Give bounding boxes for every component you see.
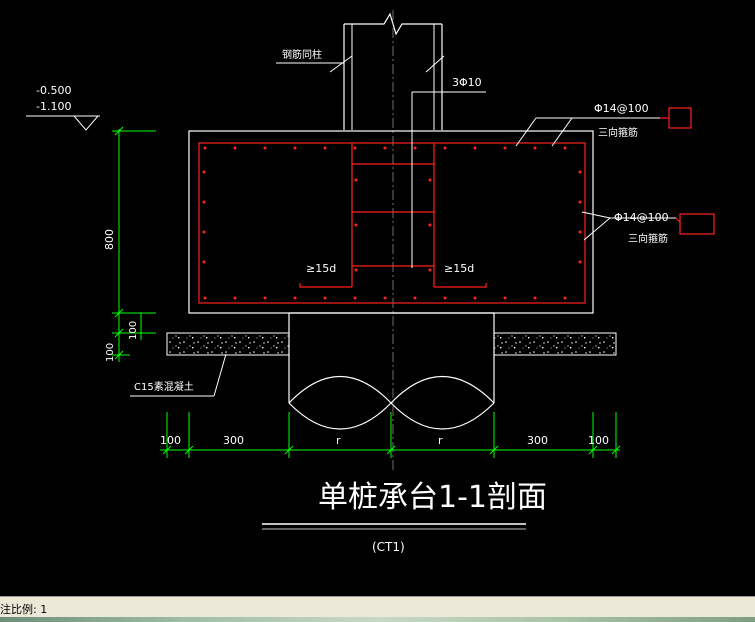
label-concrete: C15素混凝土	[134, 380, 194, 393]
rebar-dot	[563, 146, 567, 150]
rebar-dot	[354, 268, 358, 272]
label-anchor-left: ≥15d	[306, 262, 336, 275]
dim-100-cap: 100	[128, 321, 139, 340]
rebar-dot	[563, 296, 567, 300]
hdim-r-right: r	[438, 434, 443, 447]
rebar-dot	[383, 146, 387, 150]
rebar-dot	[443, 296, 447, 300]
rebar-dot	[473, 296, 477, 300]
blinding-right	[493, 332, 617, 356]
blinding-left	[166, 332, 290, 356]
drawing-title: 单桩承台1-1剖面	[318, 480, 547, 515]
rebar-cage	[198, 142, 586, 304]
rebar-dot	[354, 223, 358, 227]
label-rebar-top: Φ14@100	[594, 102, 649, 115]
rebar-dot	[503, 146, 507, 150]
rebar-dot	[353, 296, 357, 300]
label-column-rebar: 钢筋同柱	[282, 48, 322, 61]
rebar-dot	[202, 260, 206, 264]
rebar-dot	[443, 146, 447, 150]
cad-window: -0.500 -1.100 800 100 100 100 300 r r 30…	[0, 0, 755, 622]
elevation-marker: -0.500 -1.100	[26, 84, 100, 131]
rebar-dot	[473, 146, 477, 150]
rebar-dot	[428, 178, 432, 182]
rebar-dot	[354, 178, 358, 182]
label-anchor-right: ≥15d	[444, 262, 474, 275]
rebar-dot	[503, 296, 507, 300]
rebar-dot	[323, 146, 327, 150]
hdim-300-left: 300	[223, 434, 244, 447]
elevation-bottom: -1.100	[36, 100, 71, 113]
rebar-dot	[263, 296, 267, 300]
rebar-dots	[202, 146, 582, 300]
rebar-dot	[203, 296, 207, 300]
label-rebar-side-note: 三向箍筋	[628, 232, 668, 245]
rebar-dot	[233, 296, 237, 300]
drawing-subtitle: (CT1)	[372, 540, 405, 554]
rebar-dot	[203, 146, 207, 150]
dim-100-blinding: 100	[105, 343, 116, 362]
rebar-dot	[202, 170, 206, 174]
rebar-dot	[533, 296, 537, 300]
rebar-dot	[578, 170, 582, 174]
section-drawing[interactable]: -0.500 -1.100 800 100 100 100 300 r r 30…	[0, 0, 755, 596]
rebar-dot	[353, 146, 357, 150]
status-bar: 注比例: 1	[0, 596, 755, 622]
rebar-dot	[428, 223, 432, 227]
rebar-dot	[533, 146, 537, 150]
label-rebar-side: Φ14@100	[614, 211, 669, 224]
hdim-100-right: 100	[588, 434, 609, 447]
taskbar-strip	[0, 617, 755, 622]
rebar-dot	[578, 230, 582, 234]
rebar-dot	[263, 146, 267, 150]
elevation-top: -0.500	[36, 84, 71, 97]
pile-head	[288, 312, 495, 430]
rebar-dot	[233, 146, 237, 150]
rebar-dot	[323, 296, 327, 300]
rebar-dot	[293, 146, 297, 150]
pile-cap-outline	[188, 130, 594, 314]
rebar-dot	[413, 296, 417, 300]
hdim-r-left: r	[336, 434, 341, 447]
rebar-dot	[428, 268, 432, 272]
rebar-dot	[383, 296, 387, 300]
scale-readout: 注比例: 1	[0, 603, 48, 616]
label-stirrup: 3Φ10	[452, 76, 482, 89]
rebar-dot	[202, 230, 206, 234]
dim-800: 800	[103, 229, 116, 250]
label-rebar-top-note: 三向箍筋	[598, 126, 638, 139]
rebar-dot	[413, 146, 417, 150]
rebar-dot	[202, 200, 206, 204]
hdim-300-right: 300	[527, 434, 548, 447]
rebar-dot	[578, 260, 582, 264]
rebar-dot	[293, 296, 297, 300]
rebar-dot	[578, 200, 582, 204]
hdim-100-left: 100	[160, 434, 181, 447]
